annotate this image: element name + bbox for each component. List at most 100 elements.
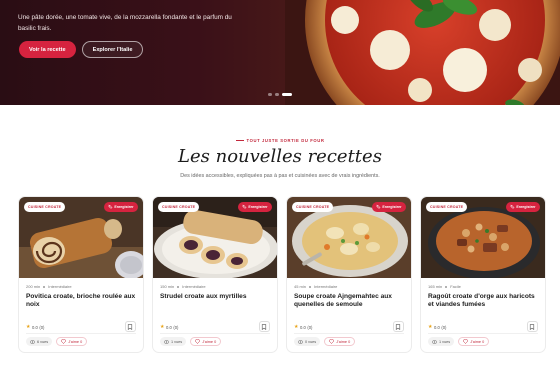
rating-value: 0.0	[299, 324, 306, 330]
bookmark-button[interactable]	[124, 321, 136, 332]
star-icon: ★	[26, 324, 31, 330]
hero-banner: Une pâte dorée, une tomate vive, de la m…	[0, 0, 560, 105]
card-divider	[160, 333, 270, 334]
recipe-title[interactable]: Strudel croate aux myrtilles	[160, 293, 272, 301]
recipe-time: 150 min	[160, 284, 175, 289]
rating-value: 0.0	[31, 324, 38, 330]
views-count: 1 vues	[171, 339, 183, 344]
recipe-difficulty: Intermédiaire	[314, 284, 338, 289]
rating-value: 0.0	[165, 324, 172, 330]
recipe-title[interactable]: Povitica croate, brioche roulée aux noix	[26, 293, 138, 309]
views-pill: 1 vues	[160, 337, 187, 346]
recipe-time: 200 min	[26, 284, 41, 289]
explore-italy-button[interactable]: Explorer l'Italie	[81, 41, 144, 58]
bookmark-icon	[127, 323, 133, 330]
star-icon: ★	[294, 324, 299, 330]
views-pill: 1 vues	[428, 337, 455, 346]
views-count: 1 vues	[439, 339, 451, 344]
recipe-difficulty: Facile	[450, 284, 461, 289]
recipe-card[interactable]: CUISINE CROATE 🔖︎ Enregistrer 150 min Int…	[152, 196, 278, 353]
recipe-cards: CUISINE CROATE 🔖︎ Enregistrer 200 min Int…	[18, 196, 546, 353]
eye-icon	[164, 339, 169, 344]
eyebrow-text: TOUT JUSTE SORTIE DU FOUR	[246, 138, 325, 143]
bookmark-icon: 🔖︎	[108, 205, 113, 209]
star-icon: ★	[428, 324, 433, 330]
meta-separator	[309, 285, 312, 288]
meta-separator	[43, 285, 46, 288]
eye-icon	[30, 339, 35, 344]
eye-icon	[298, 339, 303, 344]
save-recipe-button[interactable]: 🔖︎ Enregistrer	[104, 202, 138, 212]
carousel-dot[interactable]	[275, 93, 279, 96]
hero-actions: Voir la recette Explorer l'Italie	[19, 41, 144, 58]
recipe-meta: 150 min Intermédiaire	[160, 284, 206, 289]
recipe-stats: 1 vues J'aime 0	[160, 337, 222, 346]
recipe-rating: ★ 0.0 (0)	[294, 324, 312, 330]
likes-count: J'aime 0	[68, 339, 83, 344]
star-icon: ★	[160, 324, 165, 330]
save-label: Enregistrer	[248, 205, 268, 209]
hero-description: Une pâte dorée, une tomate vive, de la m…	[18, 14, 232, 32]
category-badge: CUISINE CROATE	[292, 202, 334, 212]
bookmark-icon: 🔖︎	[510, 205, 515, 209]
rating-count: (0)	[39, 324, 45, 330]
view-recipe-button[interactable]: Voir la recette	[19, 41, 76, 58]
eyebrow-line	[235, 140, 244, 142]
meta-separator	[445, 285, 448, 288]
bookmark-icon: 🔖︎	[376, 205, 381, 209]
recipe-difficulty: Intermédiaire	[182, 284, 206, 289]
bookmark-button[interactable]	[392, 321, 404, 332]
card-divider	[294, 333, 404, 334]
recipe-rating: ★ 0.0 (0)	[26, 324, 44, 330]
recipe-time: 165 min	[428, 284, 443, 289]
views-pill: 6 vues	[26, 337, 53, 346]
bookmark-icon: 🔖︎	[242, 205, 247, 209]
carousel-dots	[268, 93, 292, 96]
bookmark-icon	[261, 323, 267, 330]
eye-icon	[432, 339, 437, 344]
likes-count: J'aime 0	[470, 339, 485, 344]
save-recipe-button[interactable]: 🔖︎ Enregistrer	[372, 202, 406, 212]
heart-icon	[61, 339, 67, 344]
like-button[interactable]: J'aime 0	[458, 337, 490, 346]
bookmark-button[interactable]	[258, 321, 270, 332]
likes-count: J'aime 0	[336, 339, 351, 344]
recipe-title[interactable]: Soupe croate Ajngemahtec aux quenelles d…	[294, 293, 406, 309]
recipe-card[interactable]: CUISINE CROATE 🔖︎ Enregistrer 45 min Inte…	[286, 196, 412, 353]
like-button[interactable]: J'aime 0	[324, 337, 356, 346]
card-divider	[26, 333, 136, 334]
category-badge: CUISINE CROATE	[426, 202, 468, 212]
recipe-meta: 45 min Intermédiaire	[294, 284, 337, 289]
rating-count: (0)	[307, 324, 313, 330]
meta-separator	[177, 285, 180, 288]
save-label: Enregistrer	[516, 205, 536, 209]
recipe-card[interactable]: CUISINE CROATE 🔖︎ Enregistrer 165 min Fac…	[420, 196, 546, 353]
bookmark-button[interactable]	[526, 321, 538, 332]
recipe-stats: 0 vues J'aime 0	[294, 337, 356, 346]
section-subtitle: Des idées accessibles, expliquées pas à …	[180, 173, 380, 179]
like-button[interactable]: J'aime 0	[190, 337, 222, 346]
save-recipe-button[interactable]: 🔖︎ Enregistrer	[238, 202, 272, 212]
carousel-dot-active[interactable]	[282, 93, 292, 96]
card-divider	[428, 333, 538, 334]
recipe-meta: 165 min Facile	[428, 284, 461, 289]
pizza-image	[285, 0, 560, 105]
likes-count: J'aime 0	[202, 339, 217, 344]
rating-count: (0)	[441, 324, 447, 330]
carousel-dot[interactable]	[268, 93, 272, 96]
recipe-difficulty: Intermédiaire	[48, 284, 72, 289]
recipe-card[interactable]: CUISINE CROATE 🔖︎ Enregistrer 200 min Int…	[18, 196, 144, 353]
recipe-time: 45 min	[294, 284, 307, 289]
save-label: Enregistrer	[114, 205, 134, 209]
section-title: Les nouvelles recettes	[178, 146, 382, 167]
category-badge: CUISINE CROATE	[158, 202, 200, 212]
save-label: Enregistrer	[382, 205, 402, 209]
views-count: 6 vues	[37, 339, 49, 344]
section-eyebrow: TOUT JUSTE SORTIE DU FOUR	[0, 138, 560, 143]
category-badge: CUISINE CROATE	[24, 202, 66, 212]
like-button[interactable]: J'aime 0	[56, 337, 88, 346]
recipe-rating: ★ 0.0 (0)	[428, 324, 446, 330]
recipe-title[interactable]: Ragoût croate d'orge aux haricots et via…	[428, 293, 540, 309]
save-recipe-button[interactable]: 🔖︎ Enregistrer	[506, 202, 540, 212]
heart-icon	[329, 339, 335, 344]
